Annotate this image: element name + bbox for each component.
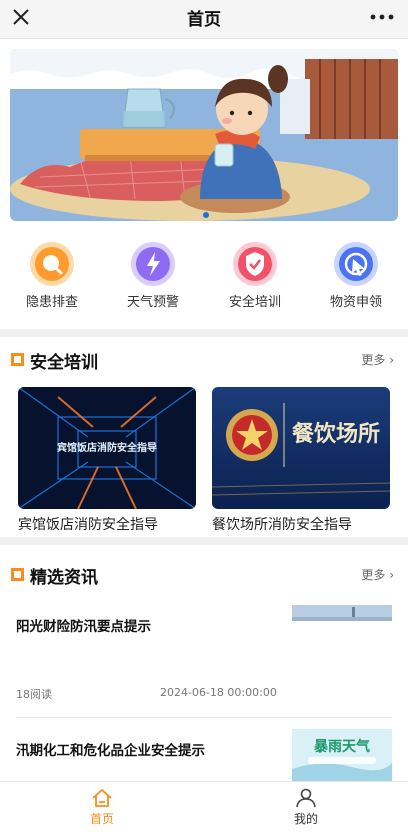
emblem-thumbnail-image: 餐饮场所 bbox=[212, 387, 390, 509]
quick-action-label: 安全培训 bbox=[228, 295, 281, 310]
section-title: 安全培训 bbox=[30, 353, 98, 373]
training-section-header: 安全培训 更多 › bbox=[0, 345, 408, 375]
shield-check-icon bbox=[233, 242, 277, 286]
quick-action-safety-training[interactable]: 安全培训 bbox=[215, 241, 295, 310]
quick-actions: 隐患排查 天气预警 安全培训 物资申领 bbox=[0, 231, 408, 323]
quick-action-weather-alert[interactable]: 天气预警 bbox=[113, 241, 193, 310]
training-card-thumbnail: 宾馆饭店消防安全指导 bbox=[18, 387, 196, 509]
more-dots-icon[interactable] bbox=[370, 14, 394, 20]
city-sky-image bbox=[292, 605, 392, 621]
thumb-caption: 餐饮场所 bbox=[292, 421, 380, 447]
lightning-badge-icon bbox=[131, 242, 175, 286]
news-thumbnail: 暴雨天气 bbox=[292, 729, 392, 781]
quick-action-supply-request[interactable]: 物资申领 bbox=[316, 241, 396, 310]
news-item[interactable]: 汛期化工和危化品企业安全提示 暴雨天气 bbox=[16, 727, 392, 781]
section-separator bbox=[0, 537, 408, 545]
chevron-right-icon: › bbox=[389, 353, 394, 367]
chevron-right-icon: › bbox=[389, 568, 394, 582]
carousel-dot-active[interactable] bbox=[203, 212, 209, 218]
tab-mine[interactable]: 我的 bbox=[261, 788, 351, 827]
more-label: 更多 bbox=[361, 568, 386, 582]
training-card-thumbnail: 餐饮场所 bbox=[212, 387, 390, 509]
cursor-badge-icon bbox=[334, 242, 378, 286]
section-marker-icon bbox=[11, 568, 24, 581]
quick-action-label: 天气预警 bbox=[126, 295, 179, 310]
quick-action-hazard-check[interactable]: 隐患排查 bbox=[12, 241, 92, 310]
news-title: 阳光财险防汛要点提示 bbox=[16, 619, 151, 635]
training-card[interactable]: 宾馆饭店消防安全指导 宾馆饭店消防安全指导 bbox=[18, 387, 196, 534]
news-item[interactable]: 阳光财险防汛要点提示 18阅读 2024-06-18 00:00:00 bbox=[16, 605, 392, 715]
quick-action-label: 隐患排查 bbox=[25, 295, 78, 310]
home-icon bbox=[92, 789, 112, 807]
bottom-tab-bar: 首页 我的 bbox=[0, 781, 408, 834]
section-title: 精选资讯 bbox=[30, 568, 98, 588]
section-marker-icon bbox=[11, 353, 24, 366]
section-separator bbox=[0, 329, 408, 337]
news-thumbnail bbox=[292, 605, 392, 621]
news-title: 汛期化工和危化品企业安全提示 bbox=[16, 743, 205, 759]
news-divider bbox=[16, 717, 392, 718]
home-page: 隐患排查 天气预警 安全培训 物资申领 安全培训 更多 › 宾馆饭店消防安全指导… bbox=[0, 39, 408, 781]
tab-label: 我的 bbox=[293, 812, 318, 826]
rainstorm-poster-image: 暴雨天气 bbox=[292, 729, 392, 781]
banner-illustration bbox=[10, 49, 398, 221]
thumb-caption: 暴雨天气 bbox=[313, 738, 370, 755]
training-card[interactable]: 餐饮场所 餐饮场所消防安全指导 bbox=[212, 387, 390, 534]
tunnel-thumbnail-image: 宾馆饭店消防安全指导 bbox=[18, 387, 196, 509]
user-icon bbox=[296, 788, 316, 808]
top-bar: 首页 bbox=[0, 0, 408, 39]
news-more-link[interactable]: 更多 › bbox=[361, 566, 394, 583]
training-more-link[interactable]: 更多 › bbox=[361, 351, 394, 368]
news-date: 2024-06-18 00:00:00 bbox=[160, 686, 277, 699]
training-card-title: 宾馆饭店消防安全指导 bbox=[18, 517, 158, 533]
training-card-title: 餐饮场所消防安全指导 bbox=[212, 517, 352, 533]
news-read-count: 18阅读 bbox=[16, 688, 52, 701]
search-badge-icon bbox=[30, 242, 74, 286]
more-label: 更多 bbox=[361, 353, 386, 367]
tab-label: 首页 bbox=[89, 812, 114, 826]
page-title: 首页 bbox=[187, 10, 221, 30]
quick-action-label: 物资申领 bbox=[329, 295, 382, 310]
banner-carousel[interactable] bbox=[10, 49, 398, 221]
news-section-header: 精选资讯 更多 › bbox=[0, 560, 408, 590]
tab-home[interactable]: 首页 bbox=[57, 788, 147, 827]
thumb-caption: 宾馆饭店消防安全指导 bbox=[57, 441, 157, 454]
